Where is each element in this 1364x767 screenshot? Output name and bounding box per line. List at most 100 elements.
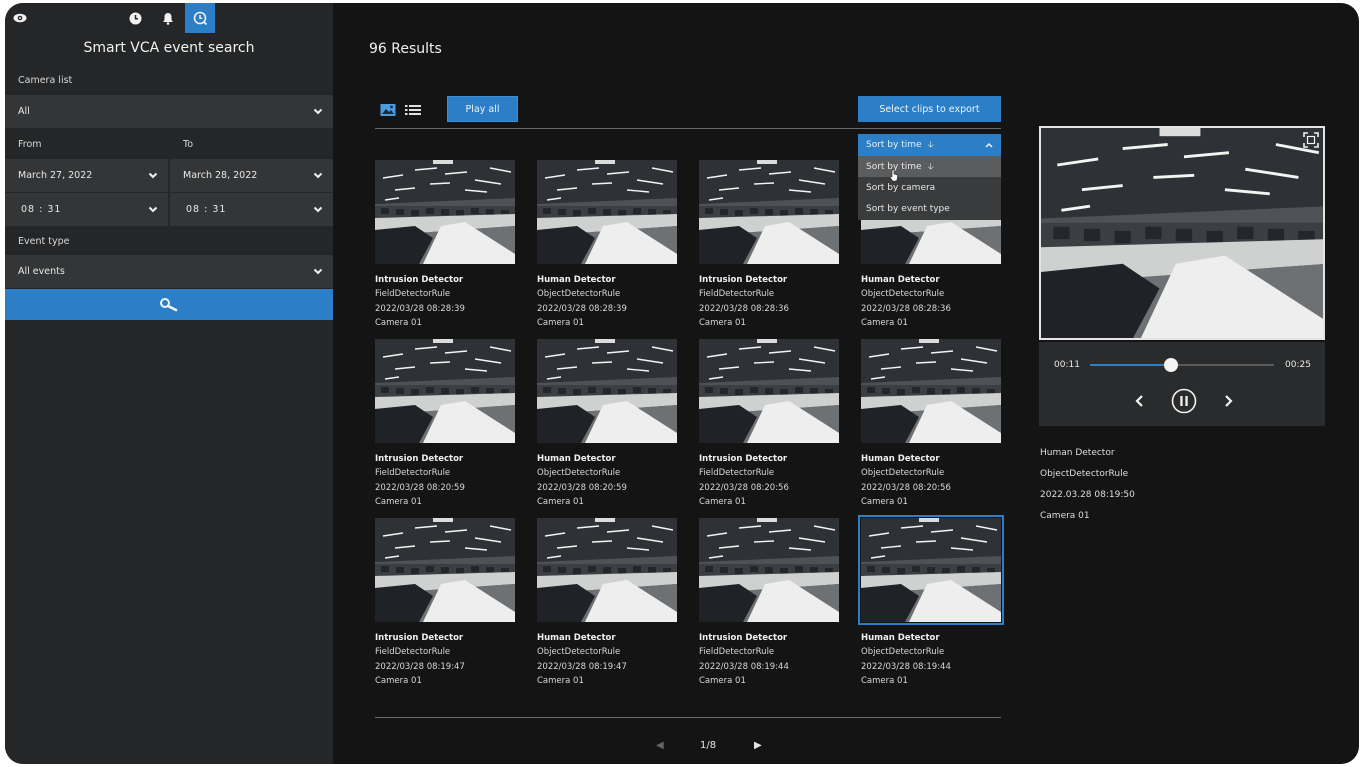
event-card[interactable]: Human Detector ObjectDetectorRule 2022/03/… (537, 339, 677, 510)
grid-view-icon[interactable] (380, 103, 396, 117)
event-time: 2022/03/28 08:19:44 (699, 661, 789, 672)
event-time: 2022/03/28 08:28:36 (699, 303, 789, 314)
event-thumbnail[interactable] (537, 339, 677, 443)
event-thumbnail[interactable] (858, 515, 1004, 625)
camera-list-label: Camera list (18, 75, 73, 86)
event-card[interactable]: Intrusion Detector FieldDetectorRule 2022/… (375, 160, 515, 331)
event-rule: FieldDetectorRule (375, 647, 451, 658)
event-camera: Camera 01 (861, 318, 908, 329)
total-time: 00:25 (1285, 360, 1311, 370)
divider (375, 717, 1001, 718)
event-thumbnail[interactable] (375, 160, 515, 264)
eye-icon[interactable] (5, 3, 35, 33)
preview-image (1041, 128, 1323, 338)
chevron-down-icon (313, 108, 323, 115)
event-time: 2022/03/28 08:20:59 (375, 482, 465, 493)
event-thumbnail[interactable] (699, 339, 839, 443)
chevron-down-icon (313, 206, 323, 213)
sort-option-label: Sort by camera (866, 182, 936, 193)
smart-search-icon[interactable] (185, 3, 215, 33)
event-camera: Camera 01 (375, 676, 422, 687)
from-date-select[interactable]: March 27, 2022 (5, 159, 168, 192)
to-date-value: March 28, 2022 (183, 170, 258, 181)
chevron-down-icon (148, 206, 158, 213)
chevron-up-icon (985, 142, 993, 148)
event-rule: ObjectDetectorRule (537, 289, 621, 300)
event-time: 2022/03/28 08:28:39 (537, 303, 627, 314)
event-rule: FieldDetectorRule (375, 468, 451, 479)
event-rule: FieldDetectorRule (699, 289, 775, 300)
current-time: 00:11 (1054, 360, 1080, 370)
event-title: Intrusion Detector (375, 454, 464, 464)
list-view-icon[interactable] (405, 103, 421, 117)
search-button[interactable] (5, 289, 333, 320)
event-thumbnail[interactable] (375, 339, 515, 443)
chevron-right-icon[interactable] (1222, 394, 1234, 408)
event-title: Intrusion Detector (699, 454, 788, 464)
to-time-select[interactable]: 08 : 31 (170, 193, 333, 226)
sort-option-time[interactable]: Sort by time 🡣 (858, 156, 1001, 177)
next-page-icon[interactable]: ▶ (754, 740, 762, 751)
seek-handle[interactable] (1163, 358, 1178, 372)
video-preview[interactable] (1039, 126, 1325, 340)
sort-option-label: Sort by event type (866, 203, 950, 214)
event-card[interactable]: Human Detector ObjectDetectorRule 2022/03/… (858, 515, 1004, 689)
to-label: To (183, 139, 194, 150)
event-camera: Camera 01 (375, 318, 422, 329)
event-rule: ObjectDetectorRule (537, 647, 621, 658)
event-type-label: Event type (18, 236, 70, 247)
bell-icon[interactable] (153, 3, 183, 33)
event-card[interactable]: Human Detector ObjectDetectorRule 2022/03/… (861, 339, 1001, 510)
event-thumbnail[interactable] (699, 160, 839, 264)
event-time: 2022/03/28 08:19:44 (861, 661, 951, 672)
event-title: Human Detector (861, 275, 940, 285)
chevron-down-icon (313, 172, 323, 179)
event-thumbnail[interactable] (375, 518, 515, 622)
event-type-value: All events (18, 266, 65, 277)
event-camera: Camera 01 (861, 676, 908, 687)
fullscreen-icon[interactable] (1302, 131, 1320, 149)
app-window: Smart VCA event search Camera list All F… (5, 3, 1359, 764)
event-camera: Camera 01 (537, 318, 584, 329)
top-icon-bar (5, 3, 333, 33)
camera-list-value: All (18, 106, 30, 117)
prev-page-icon[interactable]: ◀ (656, 740, 664, 751)
sort-dropdown[interactable]: Sort by time 🡣 (858, 134, 1001, 156)
event-card[interactable]: Human Detector ObjectDetectorRule 2022/03/… (537, 160, 677, 331)
from-time-select[interactable]: 08 : 31 (5, 193, 168, 226)
event-title: Human Detector (861, 454, 940, 464)
event-card[interactable]: Intrusion Detector FieldDetectorRule 2022/… (699, 160, 839, 331)
clock-icon[interactable] (120, 3, 150, 33)
sort-option-camera[interactable]: Sort by camera (858, 177, 1001, 198)
preview-event-time: 2022.03.28 08:19:50 (1040, 490, 1135, 500)
event-thumbnail[interactable] (861, 339, 1001, 443)
to-date-select[interactable]: March 28, 2022 (170, 159, 333, 192)
event-type-select[interactable]: All events (5, 255, 333, 288)
event-time: 2022/03/28 08:19:47 (375, 661, 465, 672)
to-time-value: 08 : 31 (186, 204, 227, 215)
play-all-button[interactable]: Play all (447, 96, 518, 122)
event-card[interactable]: Intrusion Detector FieldDetectorRule 2022/… (699, 339, 839, 510)
event-card[interactable]: Intrusion Detector FieldDetectorRule 2022/… (375, 518, 515, 689)
event-rule: ObjectDetectorRule (861, 647, 945, 658)
chevron-left-icon[interactable] (1134, 394, 1146, 408)
search-icon (160, 297, 178, 311)
event-title: Human Detector (537, 275, 616, 285)
page-indicator: 1/8 (700, 740, 717, 751)
event-title: Human Detector (861, 633, 940, 643)
event-rule: FieldDetectorRule (375, 289, 451, 300)
event-thumbnail[interactable] (699, 518, 839, 622)
chevron-down-icon (313, 268, 323, 275)
event-thumbnail[interactable] (537, 518, 677, 622)
event-card[interactable]: Intrusion Detector FieldDetectorRule 2022/… (375, 339, 515, 510)
mouse-cursor-icon (889, 169, 898, 182)
pause-icon[interactable] (1171, 388, 1197, 414)
camera-list-select[interactable]: All (5, 95, 333, 128)
select-clips-export-button[interactable]: Select clips to export (858, 96, 1001, 122)
event-thumbnail[interactable] (537, 160, 677, 264)
event-card[interactable]: Intrusion Detector FieldDetectorRule 2022/… (699, 518, 839, 689)
event-card[interactable]: Human Detector ObjectDetectorRule 2022/03/… (537, 518, 677, 689)
event-camera: Camera 01 (861, 497, 908, 508)
sort-option-event-type[interactable]: Sort by event type (858, 198, 1001, 219)
seek-bar[interactable] (1090, 364, 1274, 366)
